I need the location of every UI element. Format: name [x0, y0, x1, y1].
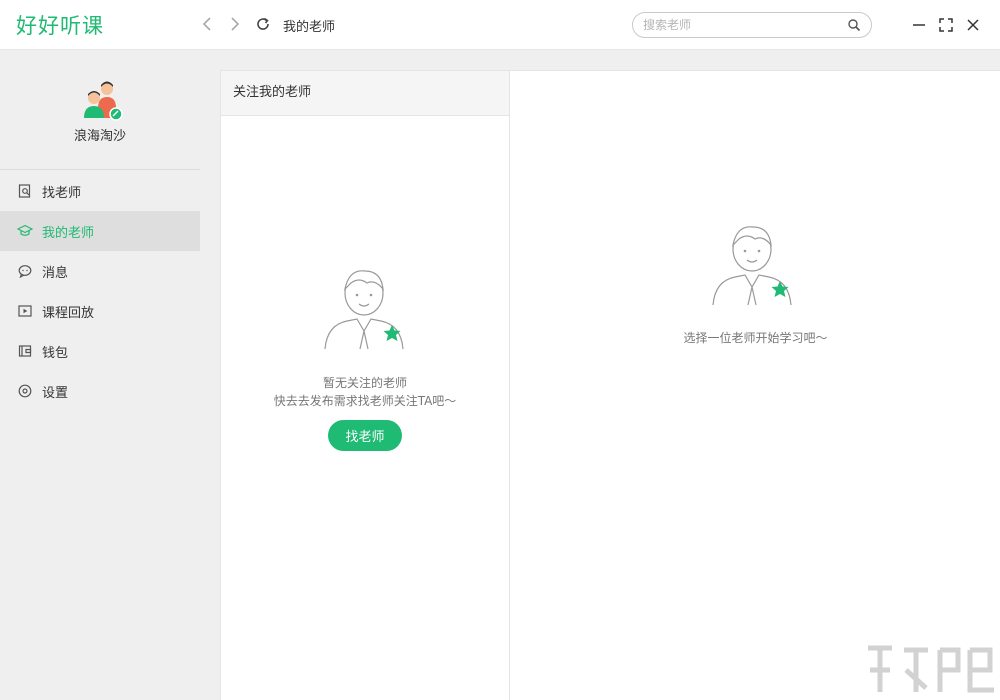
select-teacher-illustration	[712, 226, 792, 306]
avatar[interactable]	[80, 78, 126, 124]
select-teacher-hint: 选择一位老师开始学习吧～	[683, 331, 828, 345]
sidebar-item-messages[interactable]: 消息	[0, 251, 200, 291]
sidebar-item-my-teachers[interactable]: 我的老师	[0, 211, 200, 251]
followed-teachers-column: 关注我的老师 暂无关注的老师 快去去发布需求找老师关注TA吧～ 找老师	[221, 71, 510, 700]
sidebar-item-label: 消息	[42, 265, 69, 281]
fullscreen-icon	[939, 18, 953, 32]
sidebar-item-label: 找老师	[42, 185, 82, 201]
sidebar-item-playback[interactable]: 课程回放	[0, 291, 200, 331]
app-logo: 好好听课	[16, 14, 104, 38]
sidebar: 浪海淘沙 找老师 我的老师 消息 课程回放 钱包 设置	[0, 50, 200, 700]
minimize-button[interactable]	[908, 14, 930, 36]
empty-hint-title: 暂无关注的老师	[322, 376, 407, 390]
page-title: 我的老师	[283, 20, 336, 35]
close-icon	[967, 19, 979, 31]
search-input[interactable]	[643, 16, 839, 34]
watermark-logo	[868, 645, 994, 693]
sidebar-menu: 找老师 我的老师 消息 课程回放 钱包 设置	[0, 171, 200, 411]
column-title: 关注我的老师	[221, 71, 509, 116]
empty-teacher-illustration	[324, 270, 404, 350]
minimize-icon	[913, 24, 925, 26]
forward-button[interactable]	[224, 13, 246, 35]
chevron-left-icon	[202, 17, 211, 31]
message-icon	[17, 263, 33, 279]
empty-hint-desc: 快去去发布需求找老师关注TA吧～	[273, 394, 457, 408]
chevron-right-icon	[231, 17, 240, 31]
settings-icon	[17, 383, 33, 399]
refresh-button[interactable]	[252, 13, 274, 35]
close-button[interactable]	[962, 14, 984, 36]
wallet-icon	[17, 343, 33, 359]
sidebar-item-wallet[interactable]: 钱包	[0, 331, 200, 371]
sidebar-item-label: 课程回放	[42, 305, 95, 321]
refresh-icon	[257, 17, 269, 30]
main-content: 关注我的老师 暂无关注的老师 快去去发布需求找老师关注TA吧～ 找老师 选择一位…	[200, 50, 1000, 700]
maximize-button[interactable]	[935, 14, 957, 36]
back-button[interactable]	[196, 13, 218, 35]
sidebar-item-label: 我的老师	[42, 225, 95, 241]
profile-section: 浪海淘沙	[0, 50, 200, 170]
find-teacher-button[interactable]: 找老师	[328, 420, 402, 451]
find-teacher-icon	[17, 183, 33, 199]
username[interactable]: 浪海淘沙	[0, 125, 200, 144]
sidebar-item-label: 设置	[42, 385, 69, 401]
title-bar: 好好听课 我的老师	[0, 0, 1000, 50]
sidebar-item-find-teacher[interactable]: 找老师	[0, 171, 200, 211]
search-box[interactable]	[632, 12, 872, 38]
sidebar-item-label: 钱包	[42, 345, 69, 361]
graduation-cap-icon	[17, 223, 33, 239]
sidebar-item-settings[interactable]: 设置	[0, 371, 200, 411]
teachers-panel: 关注我的老师 暂无关注的老师 快去去发布需求找老师关注TA吧～ 找老师 选择一位…	[220, 70, 1000, 700]
search-icon	[848, 19, 861, 32]
playback-icon	[17, 303, 33, 319]
